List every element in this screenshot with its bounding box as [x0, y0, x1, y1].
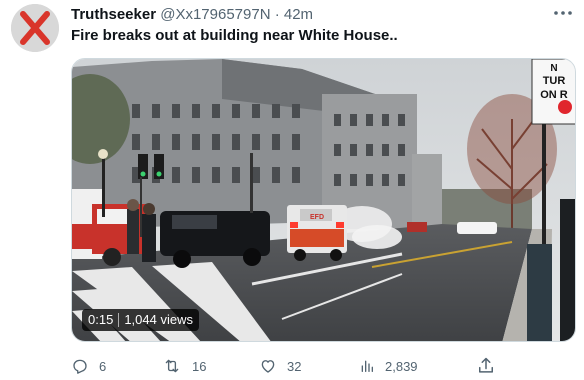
avatar[interactable]: [11, 4, 59, 52]
sign-text-2: ON R: [540, 89, 568, 101]
video-stats-badge: 0:15 1,044 views: [82, 309, 199, 331]
views-button[interactable]: 2,839: [359, 356, 418, 376]
video-duration: 0:15: [88, 312, 114, 327]
like-button[interactable]: 32: [259, 356, 301, 376]
analytics-icon: [361, 360, 373, 372]
action-bar: 6 16 32 2,839: [71, 356, 501, 376]
repost-count: 16: [192, 358, 207, 374]
post-text: Fire breaks out at building near White H…: [71, 27, 398, 44]
video-frame: EFD N TUR ON R: [72, 59, 575, 341]
badge-divider: [118, 313, 120, 327]
heart-icon: [261, 360, 275, 373]
repost-icon: [165, 359, 179, 373]
reply-count: 6: [99, 358, 107, 374]
like-count: 32: [287, 358, 302, 374]
repost-button[interactable]: 16: [162, 356, 206, 376]
author-name[interactable]: Truthseeker: [71, 6, 156, 23]
post-header: Truthseeker @Xx17965797N · 42m: [71, 6, 313, 24]
share-button[interactable]: [476, 356, 496, 376]
share-icon: [479, 357, 493, 373]
more-horizontal-icon: [554, 11, 572, 15]
more-options-button[interactable]: [550, 2, 576, 24]
separator-dot: ·: [274, 6, 280, 23]
truck-label: EFD: [310, 214, 324, 221]
sign-text-0: N: [550, 63, 557, 74]
video-player[interactable]: EFD N TUR ON R 0:15 1,044 views: [71, 58, 576, 342]
video-views: 1,044 views: [124, 312, 193, 327]
author-handle[interactable]: @Xx17965797N: [160, 6, 270, 23]
reply-icon: [73, 359, 87, 374]
avatar-x-icon: [11, 4, 59, 52]
post-time[interactable]: 42m: [284, 6, 313, 23]
views-count: 2,839: [385, 358, 418, 374]
sign-text-1: TUR: [543, 75, 566, 87]
reply-button[interactable]: 6: [71, 356, 106, 376]
